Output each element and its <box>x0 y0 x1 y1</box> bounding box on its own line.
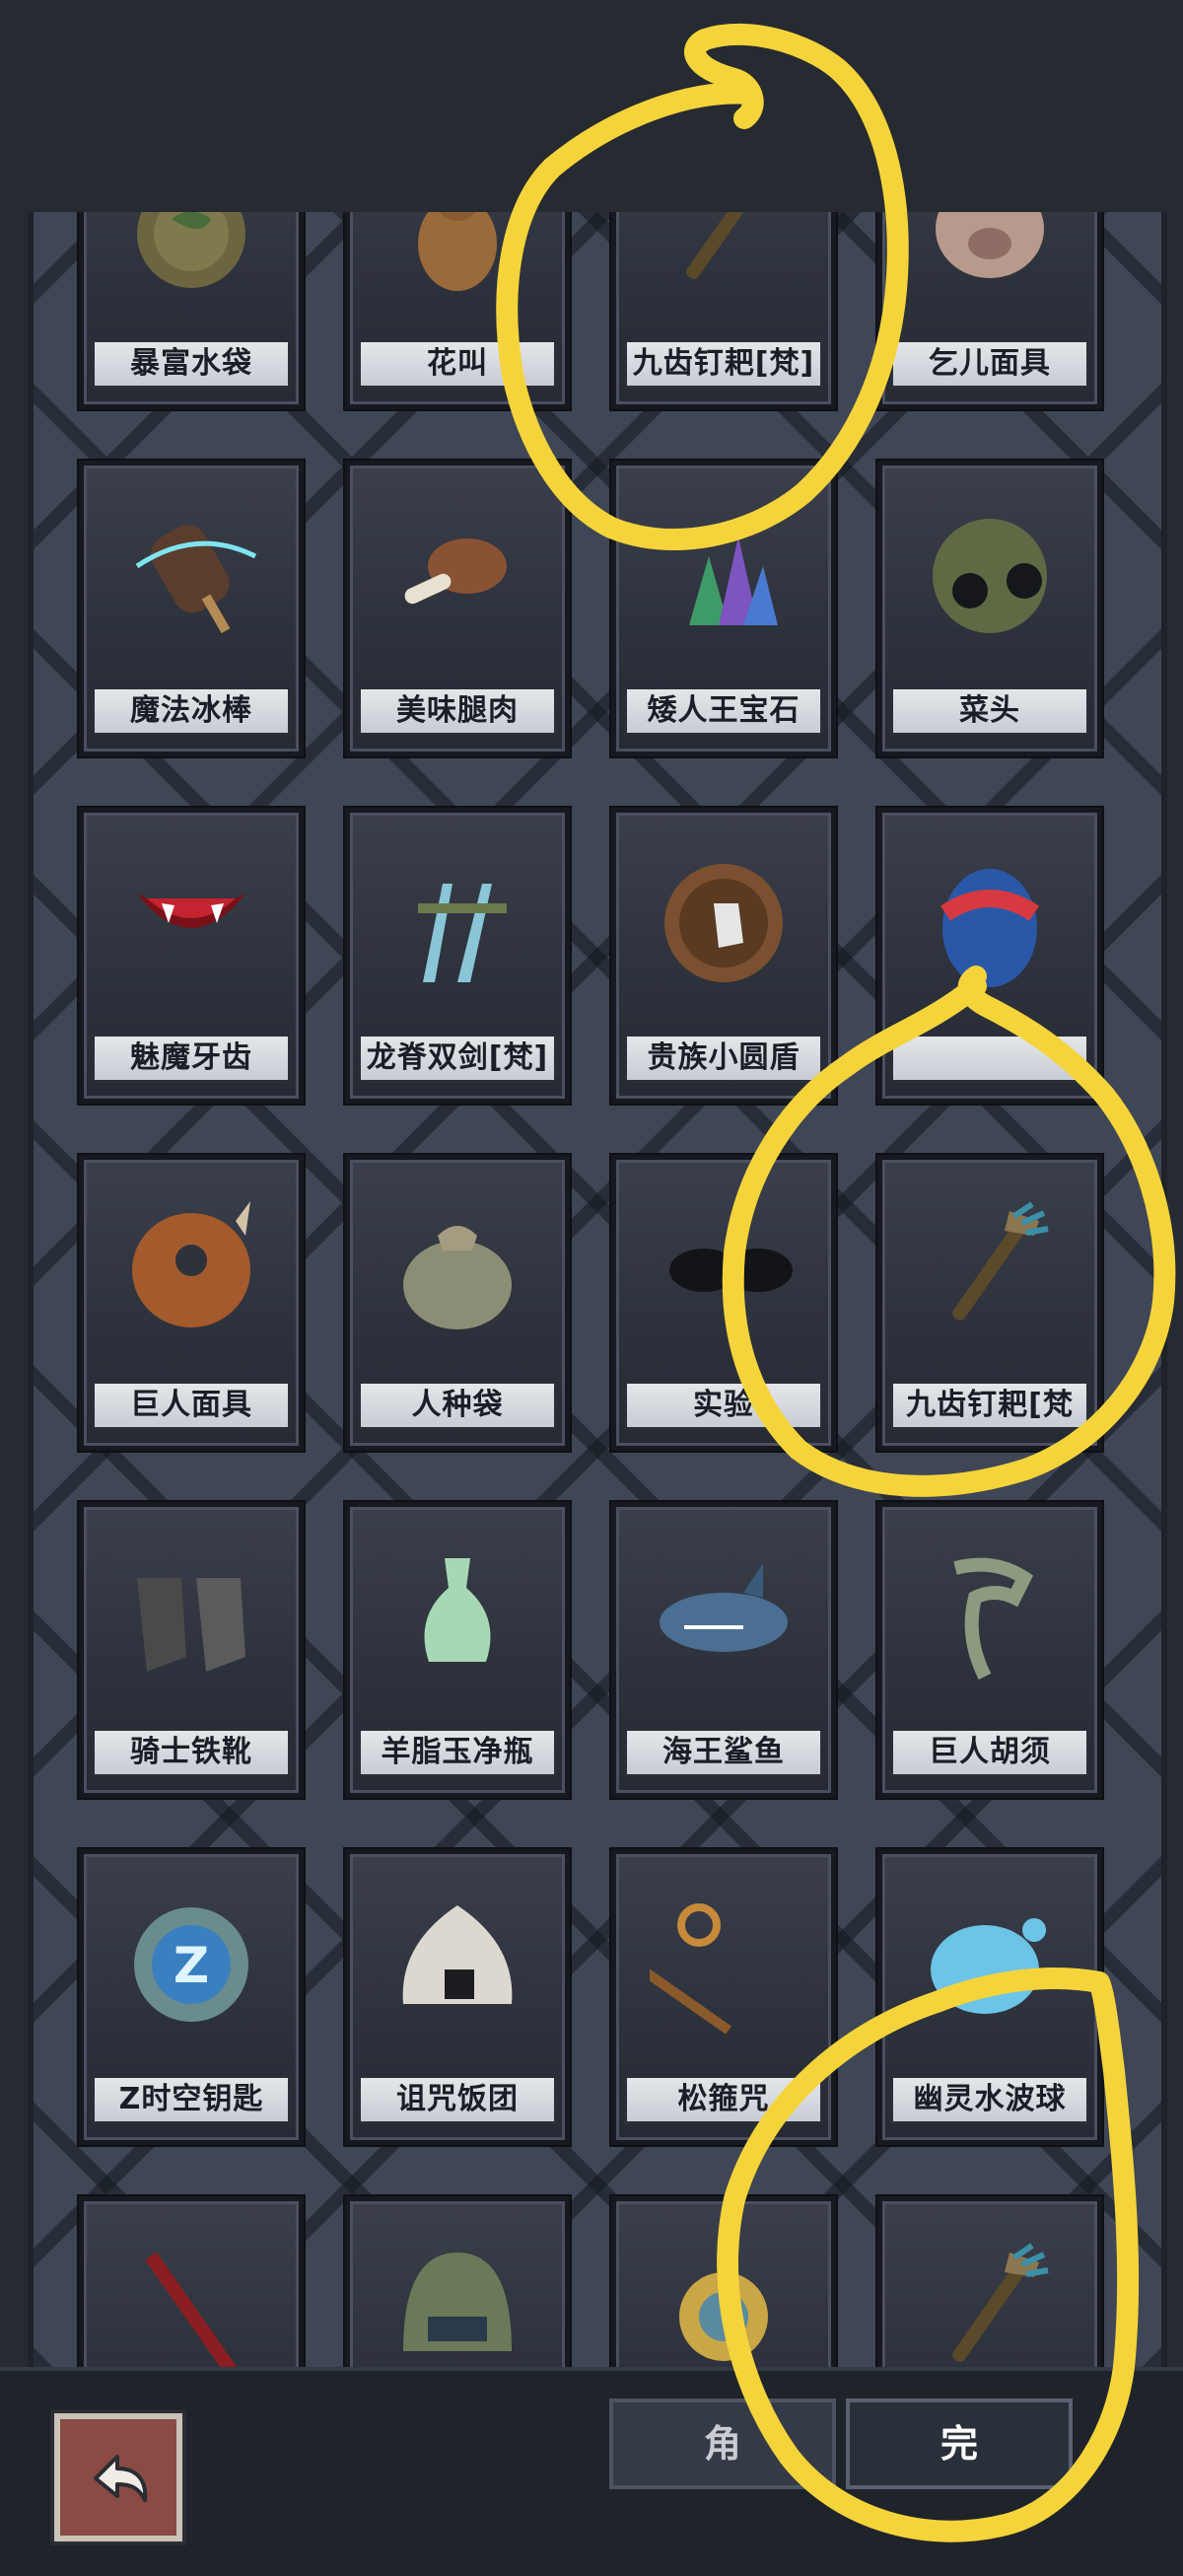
item-card[interactable] <box>611 2196 836 2367</box>
item-card[interactable]: 人种袋 <box>345 1155 570 1451</box>
water-bag-icon <box>117 212 265 298</box>
item-label: 美味腿肉 <box>358 686 557 736</box>
item-card[interactable]: 巨人胡须 <box>877 1502 1102 1798</box>
item-label: 九齿钉耙[梵] <box>624 339 823 389</box>
item-card[interactable]: 诅咒饭团 <box>345 1849 570 2145</box>
item-label: 魔法冰棒 <box>92 686 291 736</box>
back-button[interactable] <box>54 2413 182 2541</box>
shark-icon <box>650 1538 798 1686</box>
item-grid: 暴富水袋 花叫 九齿钉耙[梵] 乞儿面具魔法冰棒 美味腿肉 矮人王宝石 菜头魅魔牙齿 龙脊双剑… <box>34 212 1161 2367</box>
giant-mask-icon <box>117 1191 265 1339</box>
item-label: 松箍咒 <box>624 2075 823 2124</box>
item-label: 海王鲨鱼 <box>624 1728 823 1777</box>
item-card[interactable]: 龙脊双剑[梵] <box>345 808 570 1104</box>
mask-pig-icon <box>916 212 1064 298</box>
beard-icon <box>916 1538 1064 1686</box>
boots-icon <box>117 1538 265 1686</box>
item-label: 幽灵水波球 <box>890 2075 1089 2124</box>
item-label: 龙脊双剑[梵] <box>358 1034 557 1083</box>
item-card[interactable]: 实验 <box>611 1155 836 1451</box>
item-card[interactable]: 松箍咒 <box>611 1849 836 2145</box>
item-card[interactable]: 花叫 <box>345 212 570 409</box>
spiky-ball-icon <box>916 497 1064 645</box>
gems-icon <box>650 497 798 645</box>
rake-icon <box>650 212 798 298</box>
goggles-icon <box>650 1191 798 1339</box>
vase-icon <box>383 1538 531 1686</box>
item-card[interactable]: 海王鲨鱼 <box>611 1502 836 1798</box>
egg-icon <box>916 844 1064 992</box>
item-label: 巨人胡须 <box>890 1728 1089 1777</box>
item-card[interactable] <box>877 2196 1102 2367</box>
item-card[interactable]: 巨人面具 <box>79 1155 304 1451</box>
amulet-icon <box>650 2233 798 2367</box>
item-card[interactable]: 羊脂玉净瓶 <box>345 1502 570 1798</box>
item-label: Z时空钥匙 <box>92 2075 291 2124</box>
fangs-icon <box>117 844 265 992</box>
item-card[interactable]: 九齿钉耙[梵 <box>877 1155 1102 1451</box>
rice-ball-icon <box>383 1886 531 2034</box>
item-card[interactable]: 菜头 <box>877 461 1102 756</box>
item-card[interactable]: 幽灵水波球 <box>877 1849 1102 2145</box>
item-label: 骑士铁靴 <box>92 1728 291 1777</box>
item-label: 菜头 <box>890 686 1089 736</box>
item-label: 魅魔牙齿 <box>92 1034 291 1083</box>
item-label <box>890 1034 1089 1083</box>
svg-text:Z: Z <box>174 1937 209 1994</box>
ice-pop-icon <box>117 497 265 645</box>
item-label: 乞儿面具 <box>890 339 1089 389</box>
item-label: 羊脂玉净瓶 <box>358 1728 557 1777</box>
rake-icon <box>916 2233 1064 2367</box>
item-card[interactable]: 美味腿肉 <box>345 461 570 756</box>
item-card[interactable]: 骑士铁靴 <box>79 1502 304 1798</box>
round-shield-icon <box>650 844 798 992</box>
item-collection-panel[interactable]: 暴富水袋 花叫 九齿钉耙[梵] 乞儿面具魔法冰棒 美味腿肉 矮人王宝石 菜头魅魔牙齿 龙脊双剑… <box>28 212 1167 2367</box>
twin-swords-icon <box>383 844 531 992</box>
item-label: 诅咒饭团 <box>358 2075 557 2124</box>
red-staff-icon <box>117 2233 265 2367</box>
item-label: 九齿钉耙[梵 <box>890 1381 1089 1430</box>
item-card[interactable]: 魔法冰棒 <box>79 461 304 756</box>
item-card[interactable]: Z Z时空钥匙 <box>79 1849 304 2145</box>
item-label: 人种袋 <box>358 1381 557 1430</box>
item-card[interactable] <box>345 2196 570 2367</box>
sack-icon <box>383 1191 531 1339</box>
item-label: 矮人王宝石 <box>624 686 823 736</box>
water-blob-icon <box>916 1886 1064 2034</box>
rake-icon <box>916 1191 1064 1339</box>
item-card[interactable] <box>877 808 1102 1104</box>
item-label: 花叫 <box>358 339 557 389</box>
item-card[interactable]: 乞儿面具 <box>877 212 1102 409</box>
item-card[interactable]: 魅魔牙齿 <box>79 808 304 1104</box>
item-card[interactable]: 贵族小圆盾 <box>611 808 836 1104</box>
z-orb-icon: Z <box>117 1886 265 2034</box>
back-arrow-icon <box>94 2455 148 2502</box>
item-label: 巨人面具 <box>92 1381 291 1430</box>
item-label: 实验 <box>624 1381 823 1430</box>
item-label: 暴富水袋 <box>92 339 291 389</box>
helmet-icon <box>383 2233 531 2367</box>
item-label: 贵族小圆盾 <box>624 1034 823 1083</box>
meat-leg-icon <box>383 497 531 645</box>
tab-role[interactable]: 角 <box>609 2398 836 2489</box>
item-card[interactable]: 矮人王宝石 <box>611 461 836 756</box>
item-card[interactable] <box>79 2196 304 2367</box>
top-bar <box>0 0 1183 212</box>
item-card[interactable]: 暴富水袋 <box>79 212 304 409</box>
gourd-icon <box>383 212 531 298</box>
staff-hook-icon <box>650 1886 798 2034</box>
item-card[interactable]: 九齿钉耙[梵] <box>611 212 836 409</box>
tab-done[interactable]: 完 <box>846 2398 1073 2489</box>
